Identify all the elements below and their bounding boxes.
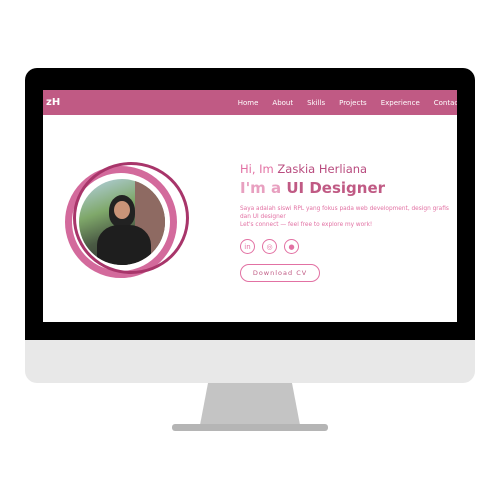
hero-role: UI Designer bbox=[286, 179, 386, 197]
profile-avatar bbox=[65, 162, 191, 282]
nav-experience[interactable]: Experience bbox=[381, 99, 420, 107]
social-links: in ◎ ● bbox=[240, 239, 455, 254]
download-cv-button[interactable]: Download CV bbox=[240, 264, 320, 282]
hero-title: I'm a UI Designer bbox=[240, 179, 386, 197]
instagram-icon[interactable]: ◎ bbox=[262, 239, 277, 254]
nav-skills[interactable]: Skills bbox=[307, 99, 325, 107]
linkedin-icon[interactable]: in bbox=[240, 239, 255, 254]
greeting: Hi, Im Zaskia Herliana bbox=[240, 162, 368, 176]
monitor-foot bbox=[172, 424, 328, 431]
website-screen: zH Home About Skills Projects Experience… bbox=[43, 90, 457, 322]
monitor-stand bbox=[200, 383, 300, 425]
nav-home[interactable]: Home bbox=[238, 99, 259, 107]
navbar: zH Home About Skills Projects Experience… bbox=[43, 90, 457, 115]
nav-about[interactable]: About bbox=[272, 99, 293, 107]
logo[interactable]: zH bbox=[46, 97, 60, 108]
nav-contact[interactable]: Contact bbox=[434, 99, 457, 107]
hero-section: Hi, Im Zaskia Herliana I'm a UI Designer… bbox=[240, 162, 455, 282]
hero-name: Zaskia Herliana bbox=[277, 162, 368, 176]
nav-projects[interactable]: Projects bbox=[339, 99, 367, 107]
hero-description: Saya adalah siswi RPL yang fokus pada we… bbox=[240, 206, 449, 228]
github-icon[interactable]: ● bbox=[284, 239, 299, 254]
monitor-chin bbox=[25, 340, 475, 383]
profile-photo bbox=[79, 179, 165, 265]
